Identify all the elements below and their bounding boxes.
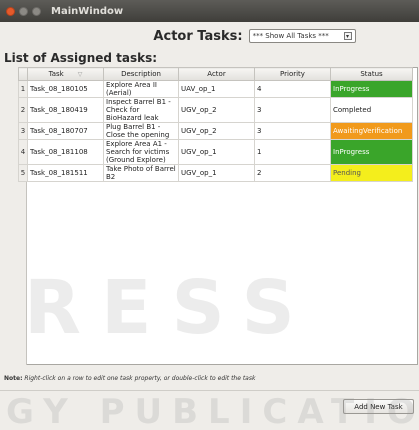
task-filter-value: *** Show All Tasks ***: [252, 32, 329, 40]
cell-priority[interactable]: 1: [254, 139, 331, 165]
cell-priority[interactable]: 2: [254, 164, 331, 182]
main-window: MainWindow Actor Tasks: *** Show All Tas…: [0, 0, 419, 430]
cell-actor[interactable]: UGV_op_1: [178, 164, 255, 182]
row-number[interactable]: 4: [18, 139, 28, 165]
title-bar: MainWindow: [0, 0, 419, 22]
cell-description[interactable]: Inspect Barrel B1 - Check for BioHazard …: [103, 97, 179, 123]
cell-description[interactable]: Explore Area II (Aerial): [103, 80, 179, 98]
table-row[interactable]: 1 Task_08_180105 Explore Area II (Aerial) U…: [18, 80, 413, 98]
cell-task[interactable]: Task_08_180105: [27, 80, 104, 98]
cell-task[interactable]: Task_08_181108: [27, 139, 104, 165]
row-number[interactable]: 2: [18, 97, 28, 123]
row-number[interactable]: 1: [18, 80, 28, 98]
cell-status[interactable]: Pending: [330, 164, 413, 182]
column-header-actor[interactable]: Actor: [178, 67, 255, 81]
add-new-task-button[interactable]: Add New Task: [343, 399, 414, 414]
table-row[interactable]: 5 Task_08_181511 Take Photo of Barrel B2 UG…: [18, 164, 413, 182]
table-header-row: Task ▽ Description Actor Priority Status: [18, 67, 413, 81]
cell-status[interactable]: Completed: [330, 97, 413, 123]
cell-task[interactable]: Task_08_180707: [27, 122, 104, 140]
cell-actor[interactable]: UGV_op_2: [178, 97, 255, 123]
maximize-icon[interactable]: [32, 6, 41, 16]
corner-header[interactable]: [18, 67, 28, 81]
column-header-description[interactable]: Description: [103, 67, 179, 81]
divider: [0, 390, 419, 391]
close-icon[interactable]: [6, 6, 15, 16]
task-filter-select[interactable]: *** Show All Tasks *** ▾: [248, 29, 356, 43]
table-row[interactable]: 3 Task_08_180707 Plug Barrel B1 - Close th…: [18, 122, 413, 140]
cell-task[interactable]: Task_08_181511: [27, 164, 104, 182]
table-row[interactable]: 2 Task_08_180419 Inspect Barrel B1 - Check…: [18, 97, 413, 123]
cell-status[interactable]: AwaitingVerification: [330, 122, 413, 140]
column-header-task[interactable]: Task ▽: [27, 67, 104, 81]
cell-actor[interactable]: UAV_op_1: [178, 80, 255, 98]
column-header-status[interactable]: Status: [330, 67, 413, 81]
cell-status[interactable]: InProgress: [330, 80, 413, 98]
column-header-priority[interactable]: Priority: [254, 67, 331, 81]
cell-priority[interactable]: 3: [254, 122, 331, 140]
row-number[interactable]: 3: [18, 122, 28, 140]
sort-icon: ▽: [77, 71, 83, 78]
actor-tasks-header: Actor Tasks: *** Show All Tasks *** ▾: [0, 25, 419, 47]
cell-description[interactable]: Plug Barrel B1 - Close the opening: [103, 122, 179, 140]
cell-task[interactable]: Task_08_180419: [27, 97, 104, 123]
cell-description[interactable]: Explore Area A1 - Search for victims (Gr…: [103, 139, 179, 165]
chevron-down-icon[interactable]: ▾: [343, 32, 352, 40]
note-text: Note: Right-click on a row to edit one t…: [4, 375, 256, 382]
list-title: List of Assigned tasks:: [4, 51, 158, 65]
cell-actor[interactable]: UGV_op_2: [178, 122, 255, 140]
cell-status[interactable]: InProgress: [330, 139, 413, 165]
cell-description[interactable]: Take Photo of Barrel B2: [103, 164, 179, 182]
actor-tasks-label: Actor Tasks:: [153, 28, 243, 44]
table-row[interactable]: 4 Task_08_181108 Explore Area A1 - Search …: [18, 139, 413, 165]
row-number[interactable]: 5: [18, 164, 28, 182]
cell-actor[interactable]: UGV_op_1: [178, 139, 255, 165]
minimize-icon[interactable]: [19, 6, 28, 16]
cell-priority[interactable]: 3: [254, 97, 331, 123]
task-table: Task ▽ Description Actor Priority Status …: [18, 67, 413, 182]
cell-priority[interactable]: 4: [254, 80, 331, 98]
window-title: MainWindow: [51, 5, 124, 17]
